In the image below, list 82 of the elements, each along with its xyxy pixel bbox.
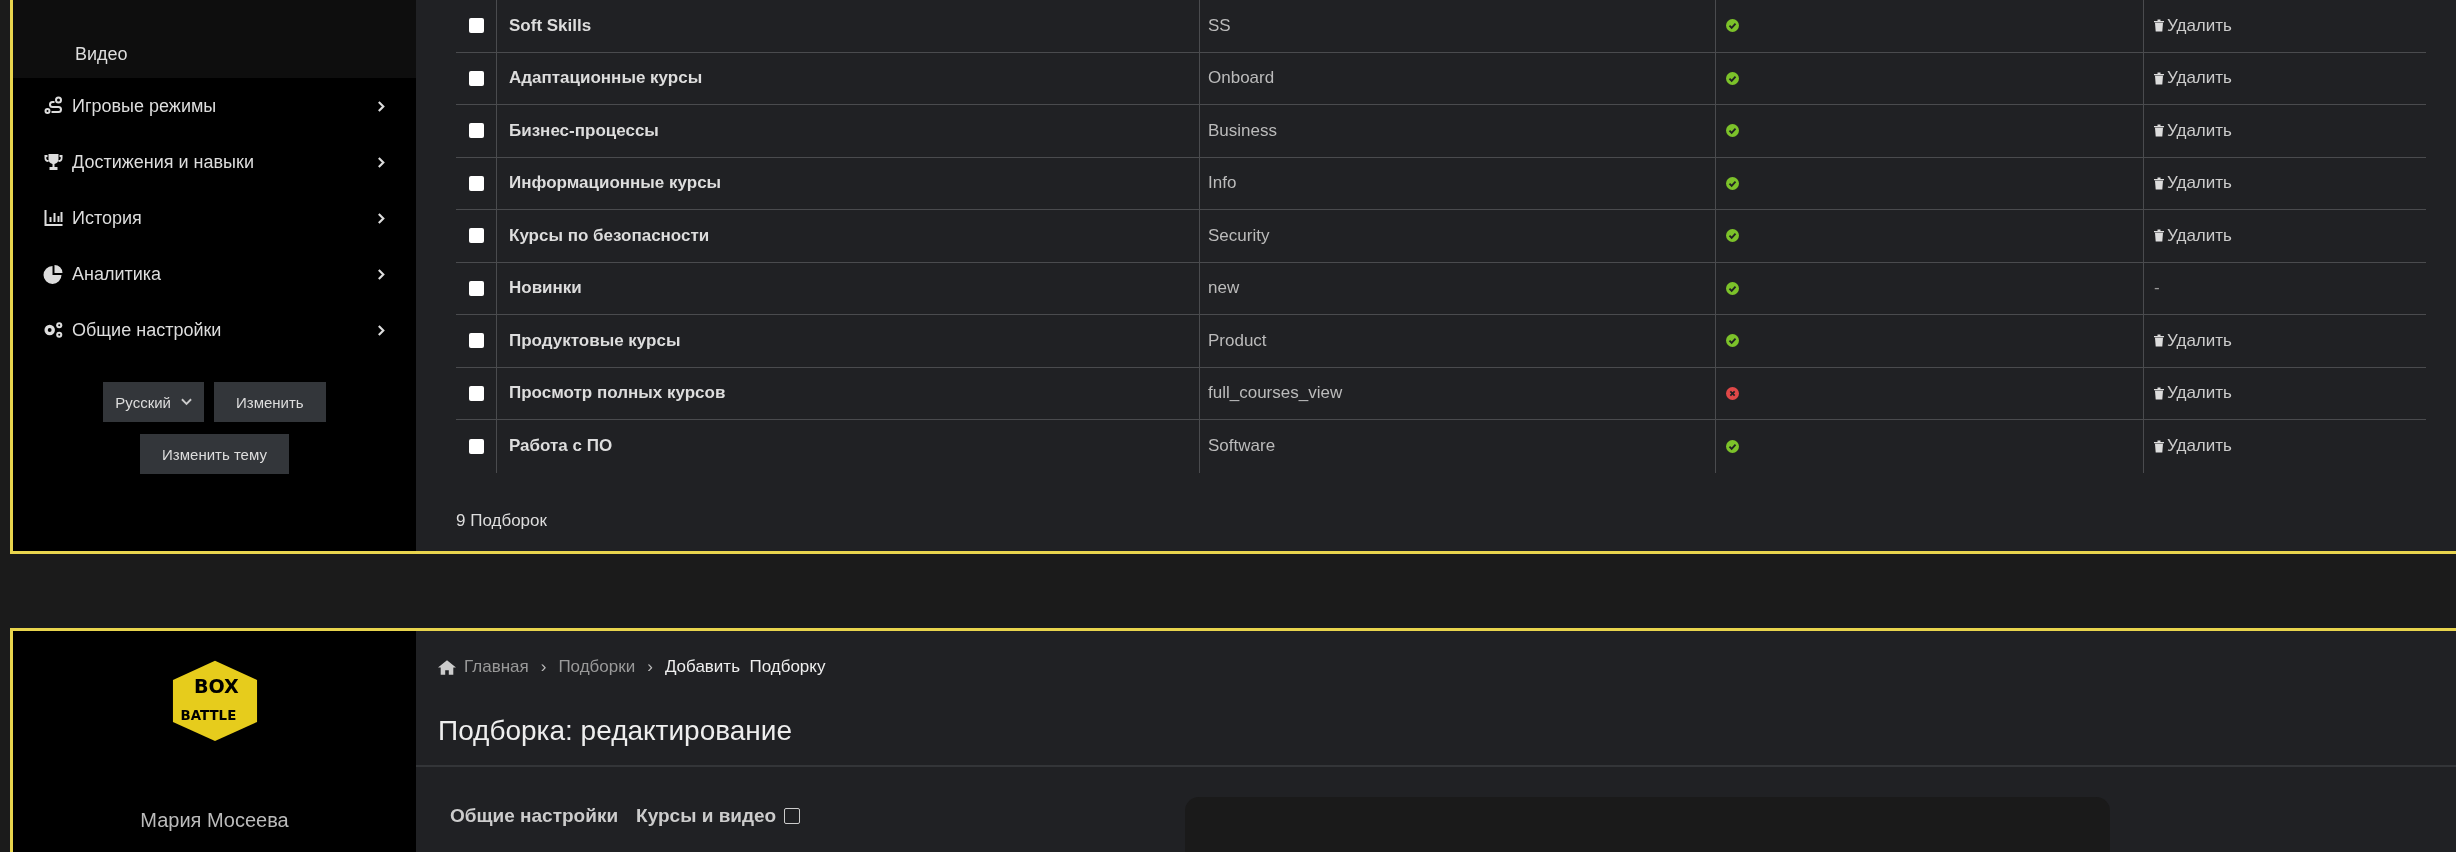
collection-code: Info <box>1208 173 1237 194</box>
collection-code: Product <box>1208 330 1267 351</box>
collection-code: Business <box>1208 120 1277 141</box>
trophy-icon <box>43 152 64 172</box>
chevron-right-icon <box>377 267 386 281</box>
delete-link[interactable]: Удалить <box>2154 225 2232 246</box>
chevron-right-icon <box>377 155 386 169</box>
collection-code: new <box>1208 278 1240 299</box>
breadcrumb-link[interactable]: Главная <box>464 657 529 677</box>
delete-link[interactable]: Удалить <box>2154 383 2232 404</box>
section-tab[interactable]: Общие настройки <box>450 805 619 827</box>
delete-link[interactable]: Удалить <box>2154 173 2232 194</box>
collection-name: Soft Skills <box>509 15 592 36</box>
row-checkbox[interactable] <box>468 385 484 401</box>
section-checkbox[interactable] <box>784 808 801 824</box>
change-theme-button[interactable]: Изменить тему <box>140 434 289 474</box>
chevron-right-icon <box>377 323 386 337</box>
page-title: Подборка: редактирование <box>416 677 2456 767</box>
trash-icon <box>2154 176 2164 190</box>
row-checkbox[interactable] <box>468 280 484 296</box>
delete-link[interactable]: Удалить <box>2154 15 2232 36</box>
collection-code: Security <box>1208 225 1270 246</box>
logo-text: BOX <box>193 675 239 699</box>
collection-code: Onboard <box>1208 68 1275 89</box>
row-checkbox[interactable] <box>468 333 484 349</box>
route-icon <box>43 96 64 116</box>
collection-code: Software <box>1208 436 1276 457</box>
section-tab[interactable]: Курсы и видео <box>636 805 777 827</box>
trash-icon <box>2154 71 2164 85</box>
language-select[interactable]: Русский <box>103 382 204 422</box>
collection-code: full_courses_view <box>1208 383 1343 404</box>
sidebar-item[interactable]: Игровые режимы <box>13 78 416 134</box>
row-checkbox[interactable] <box>468 175 484 191</box>
sidebar-item-label: Общие настройки <box>72 319 223 341</box>
trash-icon <box>2154 386 2164 400</box>
delete-link[interactable]: Удалить <box>2154 330 2232 351</box>
bar-chart-icon <box>43 208 64 228</box>
sidebar-item-label: Достижения и навыки <box>72 151 255 173</box>
breadcrumb-separator: › <box>539 657 548 677</box>
row-checkbox[interactable] <box>468 438 484 454</box>
collection-name: Информационные курсы <box>509 173 722 194</box>
trash-icon <box>2154 124 2164 138</box>
sidebar-item-label: История <box>72 207 143 229</box>
row-checkbox[interactable] <box>468 123 484 139</box>
collection-name: Просмотр полных курсов <box>509 383 726 404</box>
sidebar-item[interactable]: Общие настройки <box>13 302 416 358</box>
collection-name: Бизнес-процессы <box>509 120 659 141</box>
trash-icon <box>2154 439 2164 453</box>
sidebar-item[interactable]: Достижения и навыки <box>13 134 416 190</box>
row-checkbox[interactable] <box>468 228 484 244</box>
breadcrumb-link[interactable]: Подборки <box>558 657 636 677</box>
chevron-down-icon <box>181 398 192 406</box>
apply-button[interactable]: Изменить <box>214 382 326 422</box>
pie-chart-icon <box>43 264 64 284</box>
collection-name: Курсы по безопасности <box>509 225 710 246</box>
collection-code: SS <box>1208 15 1231 36</box>
home-icon <box>438 659 456 675</box>
collection-name: Новинки <box>509 278 582 299</box>
sidebar-item[interactable]: История <box>13 190 416 246</box>
sidebar-item-label: Игровые режимы <box>72 95 218 117</box>
logo-text: BATTLE <box>180 708 236 724</box>
breadcrumb-link[interactable]: Добавить Подборку <box>664 657 826 677</box>
no-action-text: - <box>2154 278 2160 299</box>
chevron-right-icon <box>377 211 386 225</box>
delete-link[interactable]: Удалить <box>2154 68 2232 89</box>
trash-icon <box>2154 19 2164 33</box>
user-name: Мария Мосеева <box>140 809 289 832</box>
delete-link[interactable]: Удалить <box>2154 436 2232 457</box>
gears-icon <box>43 320 64 340</box>
trash-icon <box>2154 334 2164 348</box>
row-checkbox[interactable] <box>468 18 484 34</box>
collection-name: Работа с ПО <box>509 436 613 457</box>
sidebar-item[interactable]: Аналитика <box>13 246 416 302</box>
breadcrumb-separator: › <box>646 657 654 677</box>
collections-count: 9 Подборок <box>456 510 548 531</box>
delete-link[interactable]: Удалить <box>2154 120 2232 141</box>
collection-name: Продуктовые курсы <box>509 330 681 351</box>
trash-icon <box>2154 229 2164 243</box>
row-checkbox[interactable] <box>468 70 484 86</box>
chevron-right-icon <box>377 99 386 113</box>
collection-name: Адаптационные курсы <box>509 68 703 89</box>
sidebar-item-label: Аналитика <box>72 263 163 285</box>
